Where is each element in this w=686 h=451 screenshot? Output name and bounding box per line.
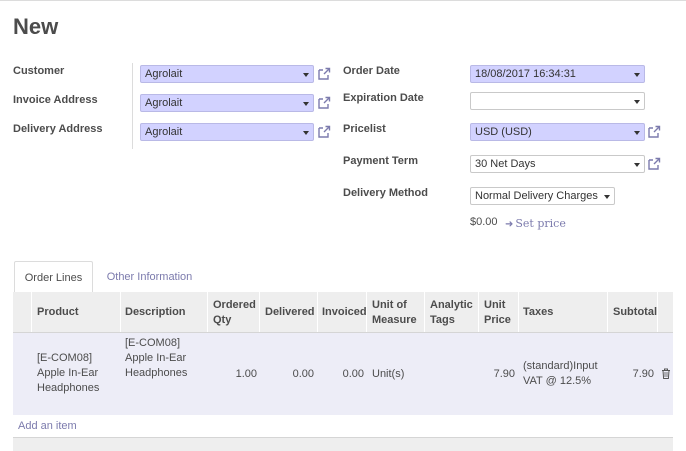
- product-line: Headphones: [37, 382, 100, 394]
- delivery-method-select[interactable]: Normal Delivery Charges: [470, 187, 615, 205]
- header-subtotal[interactable]: Subtotal: [613, 305, 657, 320]
- chevron-down-icon: [634, 100, 640, 104]
- cell-taxes[interactable]: (standard)Input VAT @ 12.5%: [523, 359, 598, 389]
- set-price-label: Set price: [515, 217, 566, 230]
- expiration-date-label: Expiration Date: [343, 92, 424, 104]
- column-separator: [518, 292, 519, 332]
- cell-invoiced[interactable]: 0.00: [318, 367, 364, 382]
- description-line: Apple In-Ear: [125, 352, 187, 364]
- description-line: Headphones: [125, 367, 188, 379]
- top-divider: [0, 0, 686, 1]
- column-separator: [657, 292, 658, 332]
- external-link-icon[interactable]: [647, 157, 661, 171]
- page-title: New: [13, 14, 59, 39]
- column-separator: [31, 292, 32, 332]
- pricelist-value: USD (USD): [475, 126, 532, 138]
- payment-term-select[interactable]: 30 Net Days: [470, 155, 645, 173]
- header-analytic-line2: Tags: [430, 314, 455, 326]
- delivery-amount: $0.00: [470, 216, 498, 228]
- header-uom-line2: Measure: [372, 314, 417, 326]
- header-unit-price-line2: Price: [484, 314, 511, 326]
- column-separator: [478, 292, 479, 332]
- header-delivered[interactable]: Delivered: [265, 305, 315, 320]
- header-invoiced[interactable]: Invoiced: [322, 305, 367, 320]
- header-unit-price-line1: Unit: [484, 299, 506, 311]
- tab-other-information[interactable]: Other Information: [97, 261, 202, 293]
- delivery-method-label: Delivery Method: [343, 187, 428, 199]
- column-separator: [317, 292, 318, 332]
- external-link-icon[interactable]: [317, 125, 331, 139]
- pricelist-select[interactable]: USD (USD): [470, 123, 645, 141]
- column-separator: [207, 292, 208, 332]
- order-date-label: Order Date: [343, 65, 400, 77]
- cell-unit-price[interactable]: 7.90: [480, 367, 515, 382]
- order-date-value: 18/08/2017 16:34:31: [475, 68, 576, 80]
- cell-ordered-qty[interactable]: 1.00: [207, 367, 257, 382]
- invoice-address-label: Invoice Address: [13, 94, 98, 106]
- chevron-down-icon: [303, 131, 309, 135]
- external-link-icon[interactable]: [647, 125, 661, 139]
- cell-unit-of-measure[interactable]: Unit(s): [372, 367, 404, 382]
- table-footer: [13, 437, 673, 451]
- chevron-down-icon: [303, 73, 309, 77]
- header-ordered-qty-line1: Ordered: [213, 299, 256, 311]
- chevron-down-icon: [634, 73, 640, 77]
- header-product[interactable]: Product: [37, 305, 79, 320]
- payment-term-label: Payment Term: [343, 155, 418, 167]
- cell-description[interactable]: [E-COM08] Apple In-Ear Headphones: [125, 336, 187, 381]
- delivery-address-label: Delivery Address: [13, 123, 103, 135]
- external-link-icon[interactable]: [317, 67, 331, 81]
- header-unit-price[interactable]: Unit Price: [484, 298, 511, 328]
- arrow-right-icon: ➜: [505, 219, 514, 230]
- add-item-link[interactable]: Add an item: [18, 420, 77, 432]
- product-line: [E-COM08]: [37, 352, 93, 364]
- product-line: Apple In-Ear: [37, 367, 99, 379]
- cell-delivered[interactable]: 0.00: [260, 367, 314, 382]
- customer-value: Agrolait: [145, 68, 183, 80]
- customer-select[interactable]: Agrolait: [140, 65, 314, 83]
- pricelist-label: Pricelist: [343, 123, 386, 135]
- column-separator: [424, 292, 425, 332]
- invoice-address-select[interactable]: Agrolait: [140, 94, 314, 112]
- cell-product[interactable]: [E-COM08] Apple In-Ear Headphones: [37, 351, 99, 396]
- invoice-address-value: Agrolait: [145, 97, 183, 109]
- tab-order-lines[interactable]: Order Lines: [14, 261, 93, 293]
- header-analytic-tags[interactable]: Analytic Tags: [430, 298, 473, 328]
- tax-line: VAT @ 12.5%: [523, 375, 592, 387]
- trash-icon[interactable]: [661, 368, 671, 379]
- delivery-address-select[interactable]: Agrolait: [140, 123, 314, 141]
- order-date-field[interactable]: 18/08/2017 16:34:31: [470, 65, 645, 83]
- expiration-date-field[interactable]: [470, 92, 645, 110]
- column-separator: [120, 292, 121, 332]
- header-ordered-qty-line2: Qty: [213, 314, 232, 326]
- header-uom-line1: Unit of: [372, 299, 407, 311]
- description-line: [E-COM08]: [125, 337, 181, 349]
- chevron-down-icon: [634, 163, 640, 167]
- header-unit-of-measure[interactable]: Unit of Measure: [372, 298, 417, 328]
- header-description[interactable]: Description: [125, 305, 186, 320]
- column-separator: [607, 292, 608, 332]
- customer-label: Customer: [13, 65, 65, 77]
- delivery-address-value: Agrolait: [145, 126, 183, 138]
- header-taxes[interactable]: Taxes: [523, 305, 553, 320]
- header-analytic-line1: Analytic: [430, 299, 473, 311]
- column-divider: [132, 63, 133, 149]
- cell-subtotal[interactable]: 7.90: [610, 367, 654, 382]
- tax-line: (standard)Input: [523, 360, 598, 372]
- delivery-method-value: Normal Delivery Charges: [475, 190, 598, 202]
- chevron-down-icon: [604, 195, 610, 199]
- set-price-button[interactable]: ➜ Set price: [505, 217, 566, 230]
- chevron-down-icon: [303, 102, 309, 106]
- payment-term-value: 30 Net Days: [475, 158, 536, 170]
- external-link-icon[interactable]: [317, 96, 331, 110]
- chevron-down-icon: [634, 131, 640, 135]
- column-separator: [259, 292, 260, 332]
- header-ordered-qty[interactable]: Ordered Qty: [213, 298, 256, 328]
